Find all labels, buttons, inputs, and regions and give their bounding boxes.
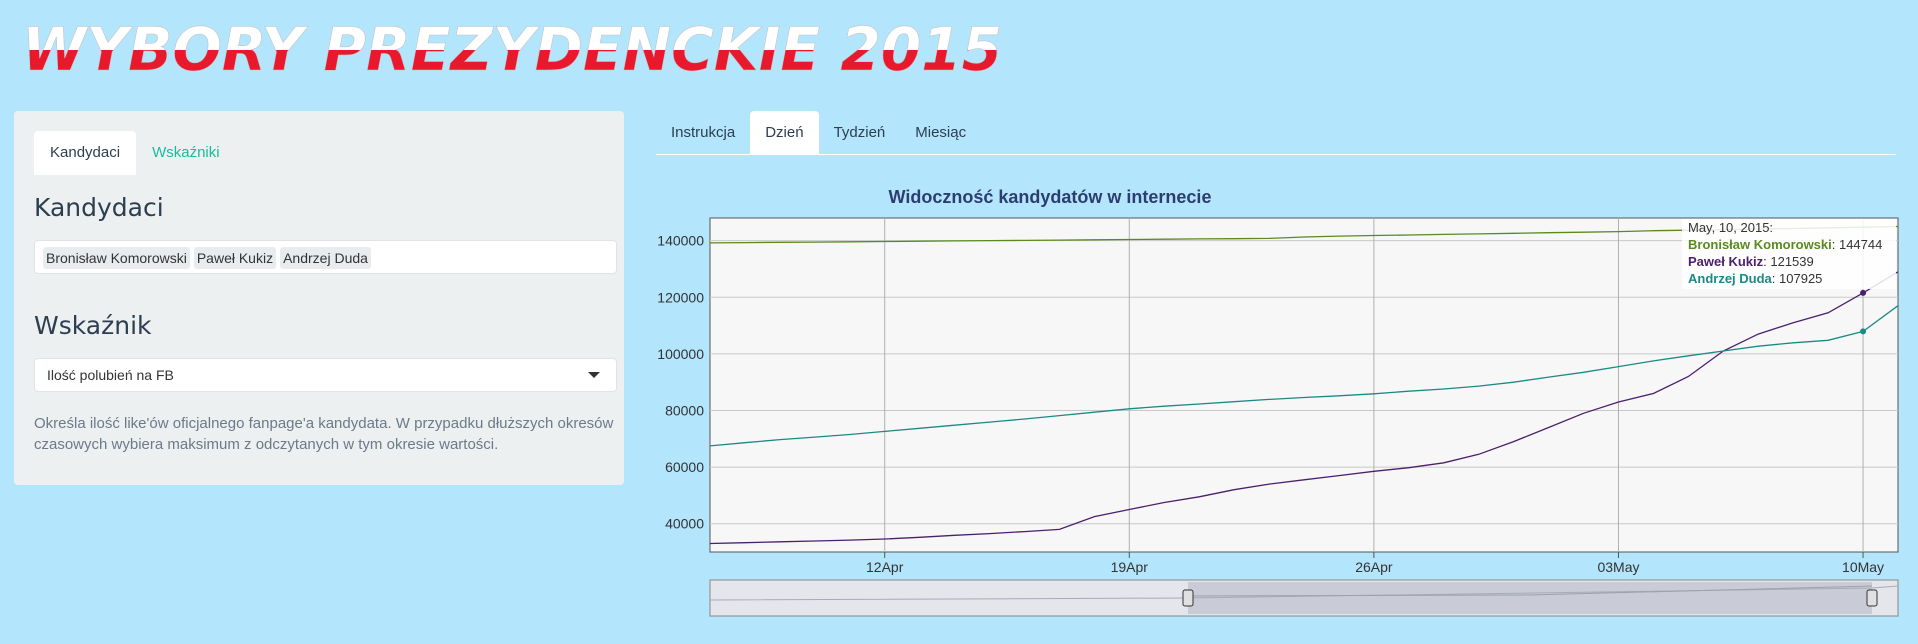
tab-wskazniki[interactable]: Wskaźniki	[136, 131, 236, 175]
tooltip-series-name: Paweł Kukiz	[1688, 254, 1764, 269]
range-handle-right[interactable]	[1866, 589, 1878, 607]
sidebar-tabs: Kandydaci Wskaźniki	[34, 131, 236, 175]
candidates-select-input[interactable]: Bronisław Komorowski Paweł Kukiz Andrzej…	[34, 240, 617, 274]
candidate-tag-duda[interactable]: Andrzej Duda	[280, 247, 371, 269]
app-title-text: WYBORY PREZYDENCKIE 2015	[22, 15, 1002, 85]
range-selected-window[interactable]	[1188, 582, 1872, 614]
y-tick-label: 80000	[665, 402, 704, 418]
tab-kandydaci[interactable]: Kandydaci	[34, 131, 137, 175]
indicator-heading: Wskaźnik	[34, 311, 152, 340]
hover-point	[1860, 328, 1867, 335]
y-tick-label: 60000	[665, 459, 704, 475]
app-title: WYBORY PREZYDENCKIE 2015	[18, 8, 1218, 86]
y-tick-label: 140000	[657, 233, 704, 249]
tooltip-series-value: : 144744	[1832, 237, 1883, 252]
y-tick-label: 120000	[657, 289, 704, 305]
candidate-tag-komorowski[interactable]: Bronisław Komorowski	[43, 247, 190, 269]
x-tick-label: 26Apr	[1355, 559, 1393, 575]
tab-instrukcja[interactable]: Instrukcja	[656, 111, 750, 154]
tab-tydzien[interactable]: Tydzień	[819, 111, 901, 154]
tab-dzien[interactable]: Dzień	[750, 111, 819, 154]
chevron-down-icon	[588, 372, 600, 378]
tooltip-series-value: : 121539	[1763, 254, 1814, 269]
candidates-heading: Kandydaci	[34, 193, 164, 222]
x-tick-label: 10May	[1842, 559, 1884, 575]
x-tick-label: 03May	[1597, 559, 1639, 575]
indicator-help-text: Określa ilość like'ów oficjalnego fanpag…	[34, 415, 614, 453]
y-tick-label: 40000	[665, 516, 704, 532]
tab-miesiac[interactable]: Miesiąc	[900, 111, 981, 154]
x-tick-label: 12Apr	[866, 559, 904, 575]
sidebar-panel: Kandydaci Wskaźniki Kandydaci Bronisław …	[14, 111, 624, 485]
chart-title: Widoczność kandydatów w internecie	[889, 187, 1212, 207]
hover-point	[1860, 289, 1867, 296]
indicator-dropdown[interactable]: Ilość polubień na FB	[34, 358, 617, 392]
main-tabs: Instrukcja Dzień Tydzień Miesiąc	[656, 111, 1896, 155]
visibility-chart[interactable]: Widoczność kandydatów w internecie 40000 6…	[650, 180, 1900, 630]
tooltip-series-name: Andrzej Duda	[1688, 271, 1773, 286]
y-tick-label: 100000	[657, 346, 704, 362]
tooltip-series-value: : 107925	[1772, 271, 1823, 286]
tooltip-date: May, 10, 2015:	[1688, 220, 1773, 235]
indicator-selected-value: Ilość polubień na FB	[47, 367, 174, 383]
candidate-tag-kukiz[interactable]: Paweł Kukiz	[193, 247, 277, 269]
x-tick-label: 19Apr	[1111, 559, 1149, 575]
tooltip-series-name: Bronisław Komorowski	[1688, 237, 1832, 252]
range-handle-left[interactable]	[1182, 589, 1194, 607]
